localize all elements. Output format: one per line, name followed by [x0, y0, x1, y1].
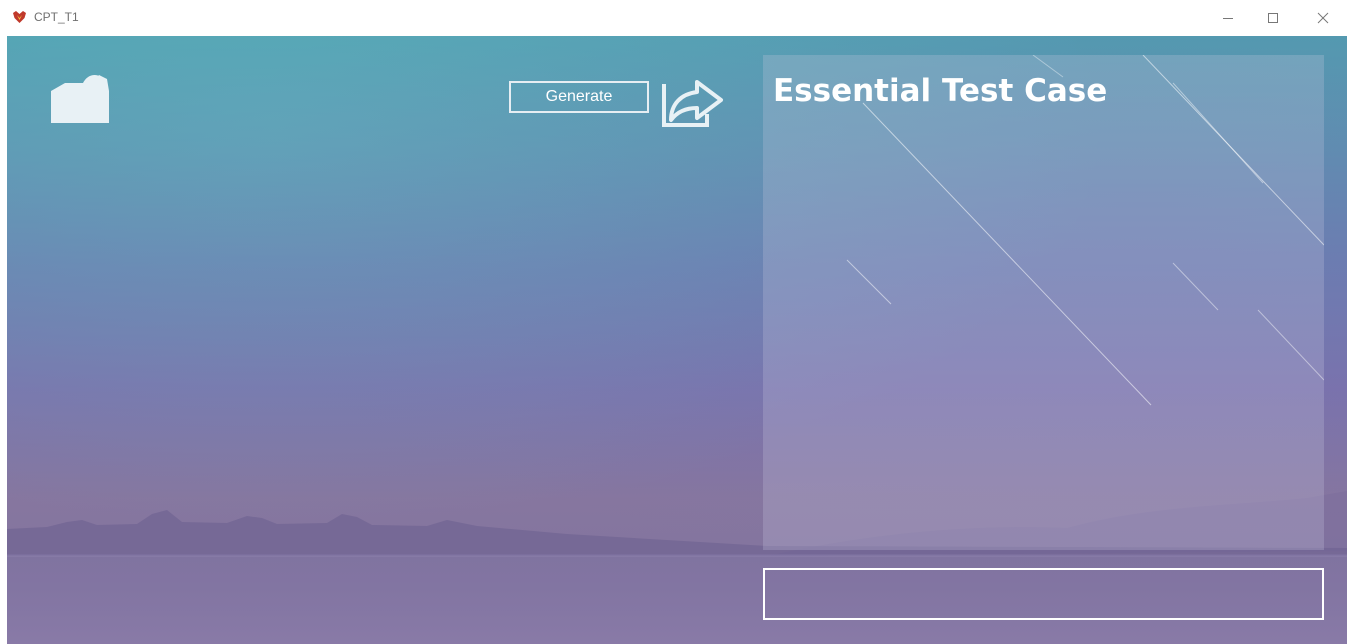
window-title: CPT_T1: [34, 10, 79, 24]
output-text-field[interactable]: [763, 568, 1324, 620]
export-arrow-icon[interactable]: [661, 70, 727, 128]
minimize-button[interactable]: [1208, 6, 1248, 30]
maximize-button[interactable]: [1253, 6, 1293, 30]
close-button[interactable]: [1303, 6, 1343, 30]
generate-button[interactable]: Generate: [509, 81, 649, 113]
app-logo-icon: [13, 11, 26, 23]
folder-icon[interactable]: [49, 69, 111, 125]
maximize-icon: [1268, 13, 1278, 23]
test-case-panel: Essential Test Case: [763, 55, 1324, 550]
close-icon: [1317, 12, 1329, 24]
panel-title: Essential Test Case: [773, 73, 1108, 109]
panel-background-streaks: [846, 55, 1324, 406]
title-bar: CPT_T1: [0, 0, 1354, 36]
main-window: Generate Essential Test Case: [7, 36, 1347, 644]
minimize-icon: [1223, 18, 1233, 19]
